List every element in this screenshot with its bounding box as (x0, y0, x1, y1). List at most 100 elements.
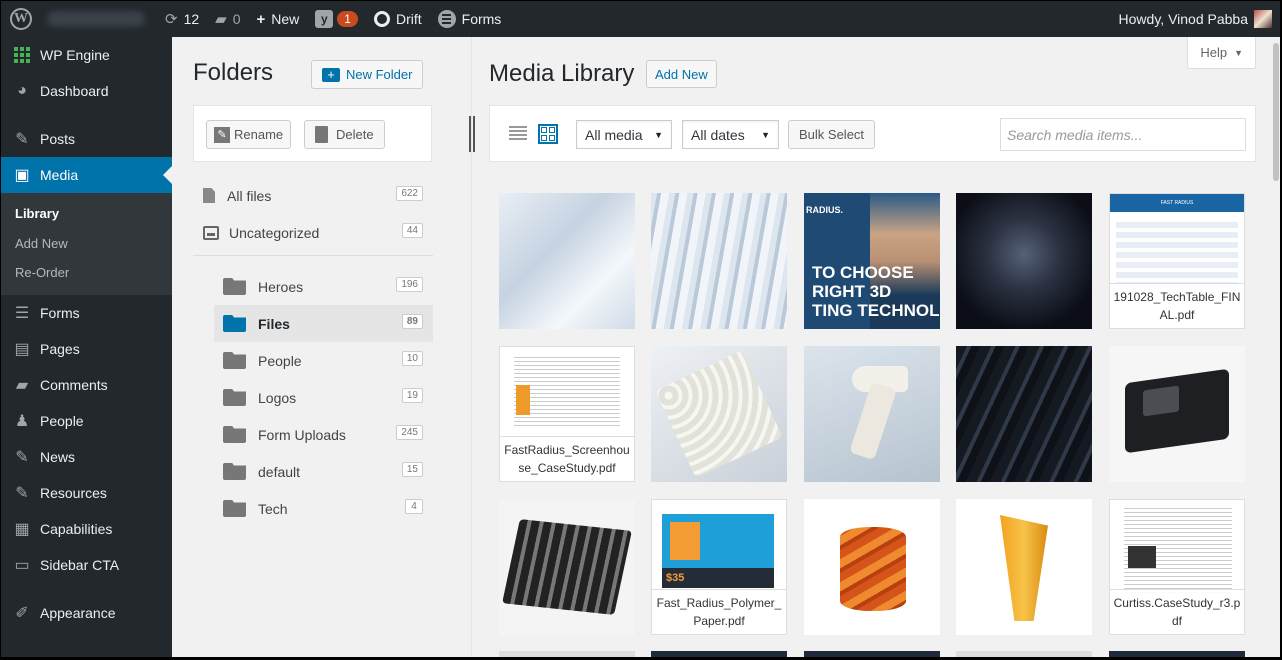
account-menu[interactable]: Howdy, Vinod Pabba (1111, 1, 1280, 37)
media-caption: Curtiss.CaseStudy_r3.pdf (1110, 589, 1244, 634)
media-item[interactable] (956, 346, 1092, 482)
comment-bubble-icon: ▰ (215, 11, 227, 28)
media-item-pdf[interactable]: FastRadius_Screenhouse_CaseStudy.pdf (499, 346, 635, 482)
pdf-cover-image (670, 522, 700, 560)
pdf-image-preview (1128, 546, 1156, 568)
menu-label: Capabilities (40, 520, 113, 537)
bulk-select-button[interactable]: Bulk Select (788, 120, 876, 149)
menu-people[interactable]: ♟ People (1, 403, 172, 439)
menu-sidebar-cta[interactable]: ▭ Sidebar CTA (1, 547, 172, 583)
media-item[interactable] (956, 193, 1092, 329)
delete-button[interactable]: Delete (304, 120, 385, 149)
wordpress-logo-icon: W (10, 8, 32, 30)
comments-menu[interactable]: ▰ 0 (207, 1, 248, 37)
admin-sidebar: WP Engine ◕ Dashboard ✎ Posts ▣ Media Libra… (1, 37, 172, 657)
yoast-menu[interactable]: y1 (307, 1, 366, 37)
list-view-icon[interactable] (509, 126, 527, 142)
pushpin-icon: ✎ (15, 484, 29, 502)
wp-engine-icon (12, 45, 32, 65)
drift-menu[interactable]: Drift (366, 1, 430, 37)
date-filter[interactable]: All dates ▼ (682, 120, 779, 149)
help-tab[interactable]: Help ▼ (1187, 37, 1256, 69)
media-item[interactable] (956, 651, 1092, 657)
menu-label: Comments (40, 376, 108, 393)
folder-all-files[interactable]: All files 622 (193, 177, 433, 214)
media-item[interactable] (499, 193, 635, 329)
media-item[interactable]: RADIUS. TO CHOOSE RIGHT 3D TING TECHNOLO (804, 193, 940, 329)
new-label: New (271, 11, 300, 27)
media-item[interactable] (956, 499, 1092, 635)
media-item-pdf[interactable]: FAST RADIUS 191028_TechTable_FINAL.pdf (1109, 193, 1245, 329)
menu-label: Pages (40, 340, 80, 357)
submenu-re-order[interactable]: Re-Order (1, 258, 172, 288)
menu-capabilities[interactable]: ▦ Capabilities (1, 511, 172, 547)
folder-item[interactable]: People 10 (193, 342, 433, 379)
media-item[interactable] (804, 499, 940, 635)
new-folder-button[interactable]: + New Folder (311, 60, 424, 89)
ad-brand-text: RADIUS. (806, 205, 844, 215)
menu-label: Posts (40, 131, 76, 147)
site-name-blurred[interactable] (47, 11, 145, 27)
media-item[interactable] (804, 651, 940, 657)
folder-uncategorized[interactable]: Uncategorized 44 (193, 214, 433, 251)
folder-item[interactable]: Form Uploads 245 (193, 416, 433, 453)
media-item[interactable] (1109, 346, 1245, 482)
submenu-library[interactable]: Library (1, 199, 172, 229)
media-item[interactable] (499, 499, 635, 635)
add-new-button[interactable]: Add New (646, 60, 717, 88)
menu-resources[interactable]: ✎ Resources (1, 475, 172, 511)
updates-menu[interactable]: ⟳ 12 (157, 1, 207, 37)
wp-logo-menu[interactable]: W (1, 1, 41, 37)
menu-wp-engine[interactable]: WP Engine (1, 37, 172, 73)
app-frame: W ⟳ 12 ▰ 0 + New y1 Drift Forms Howdy, Vino… (1, 1, 1280, 657)
folder-icon (223, 389, 246, 406)
menu-posts[interactable]: ✎ Posts (1, 121, 172, 157)
menu-media[interactable]: ▣ Media (1, 157, 172, 193)
folder-item[interactable]: Heroes 196 (193, 268, 433, 305)
paintbrush-icon: ✐ (15, 604, 29, 622)
folder-item[interactable]: default 15 (193, 453, 433, 490)
media-item[interactable] (651, 346, 787, 482)
media-item[interactable] (651, 193, 787, 329)
new-content-menu[interactable]: + New (249, 1, 308, 37)
search-media-input[interactable]: Search media items... (1000, 118, 1246, 151)
yoast-icon: y (315, 10, 334, 28)
media-item[interactable] (651, 651, 787, 657)
media-item-pdf[interactable]: $35 Fast_Radius_Polymer_Paper.pdf (651, 499, 787, 635)
menu-appearance[interactable]: ✐ Appearance (1, 595, 172, 631)
menu-forms[interactable]: ☰ Forms (1, 295, 172, 331)
media-item[interactable] (1109, 651, 1245, 657)
folder-item[interactable]: Logos 19 (193, 379, 433, 416)
menu-dashboard[interactable]: ◕ Dashboard (1, 73, 172, 109)
selected-value: All dates (691, 126, 745, 143)
updates-count: 12 (183, 11, 200, 27)
menu-news[interactable]: ✎ News (1, 439, 172, 475)
forms-menu[interactable]: Forms (430, 1, 510, 37)
forms-icon (437, 10, 456, 28)
folder-count: 19 (401, 388, 423, 403)
delete-label: Delete (336, 127, 374, 142)
comments-count: 0 (232, 11, 241, 27)
ad-line: TING TECHNOLO (812, 301, 940, 320)
menu-pages[interactable]: ▤ Pages (1, 331, 172, 367)
media-item[interactable] (804, 346, 940, 482)
divider (193, 255, 433, 256)
page-scrollbar[interactable] (1271, 37, 1280, 657)
folder-item-selected[interactable]: Files 89 (214, 305, 433, 342)
grid-view-icon[interactable] (538, 124, 558, 144)
submenu-add-new[interactable]: Add New (1, 229, 172, 259)
folder-label: All files (227, 187, 272, 204)
media-item[interactable] (499, 651, 635, 657)
folder-item[interactable]: Tech 4 (193, 490, 433, 527)
thumbnail-image (840, 527, 906, 611)
folder-icon (223, 426, 246, 443)
media-type-filter[interactable]: All media ▼ (576, 120, 672, 149)
media-library: Media Library Add New Help ▼ All media ▼ A… (473, 37, 1280, 657)
scrollbar-thumb[interactable] (1273, 43, 1279, 181)
menu-label: News (40, 448, 76, 465)
rename-button[interactable]: ✎ Rename (206, 120, 292, 149)
menu-comments[interactable]: ▰ Comments (1, 367, 172, 403)
media-item-pdf[interactable]: Curtiss.CaseStudy_r3.pdf (1109, 499, 1245, 635)
folder-icon (223, 278, 246, 295)
avatar (1254, 10, 1272, 28)
